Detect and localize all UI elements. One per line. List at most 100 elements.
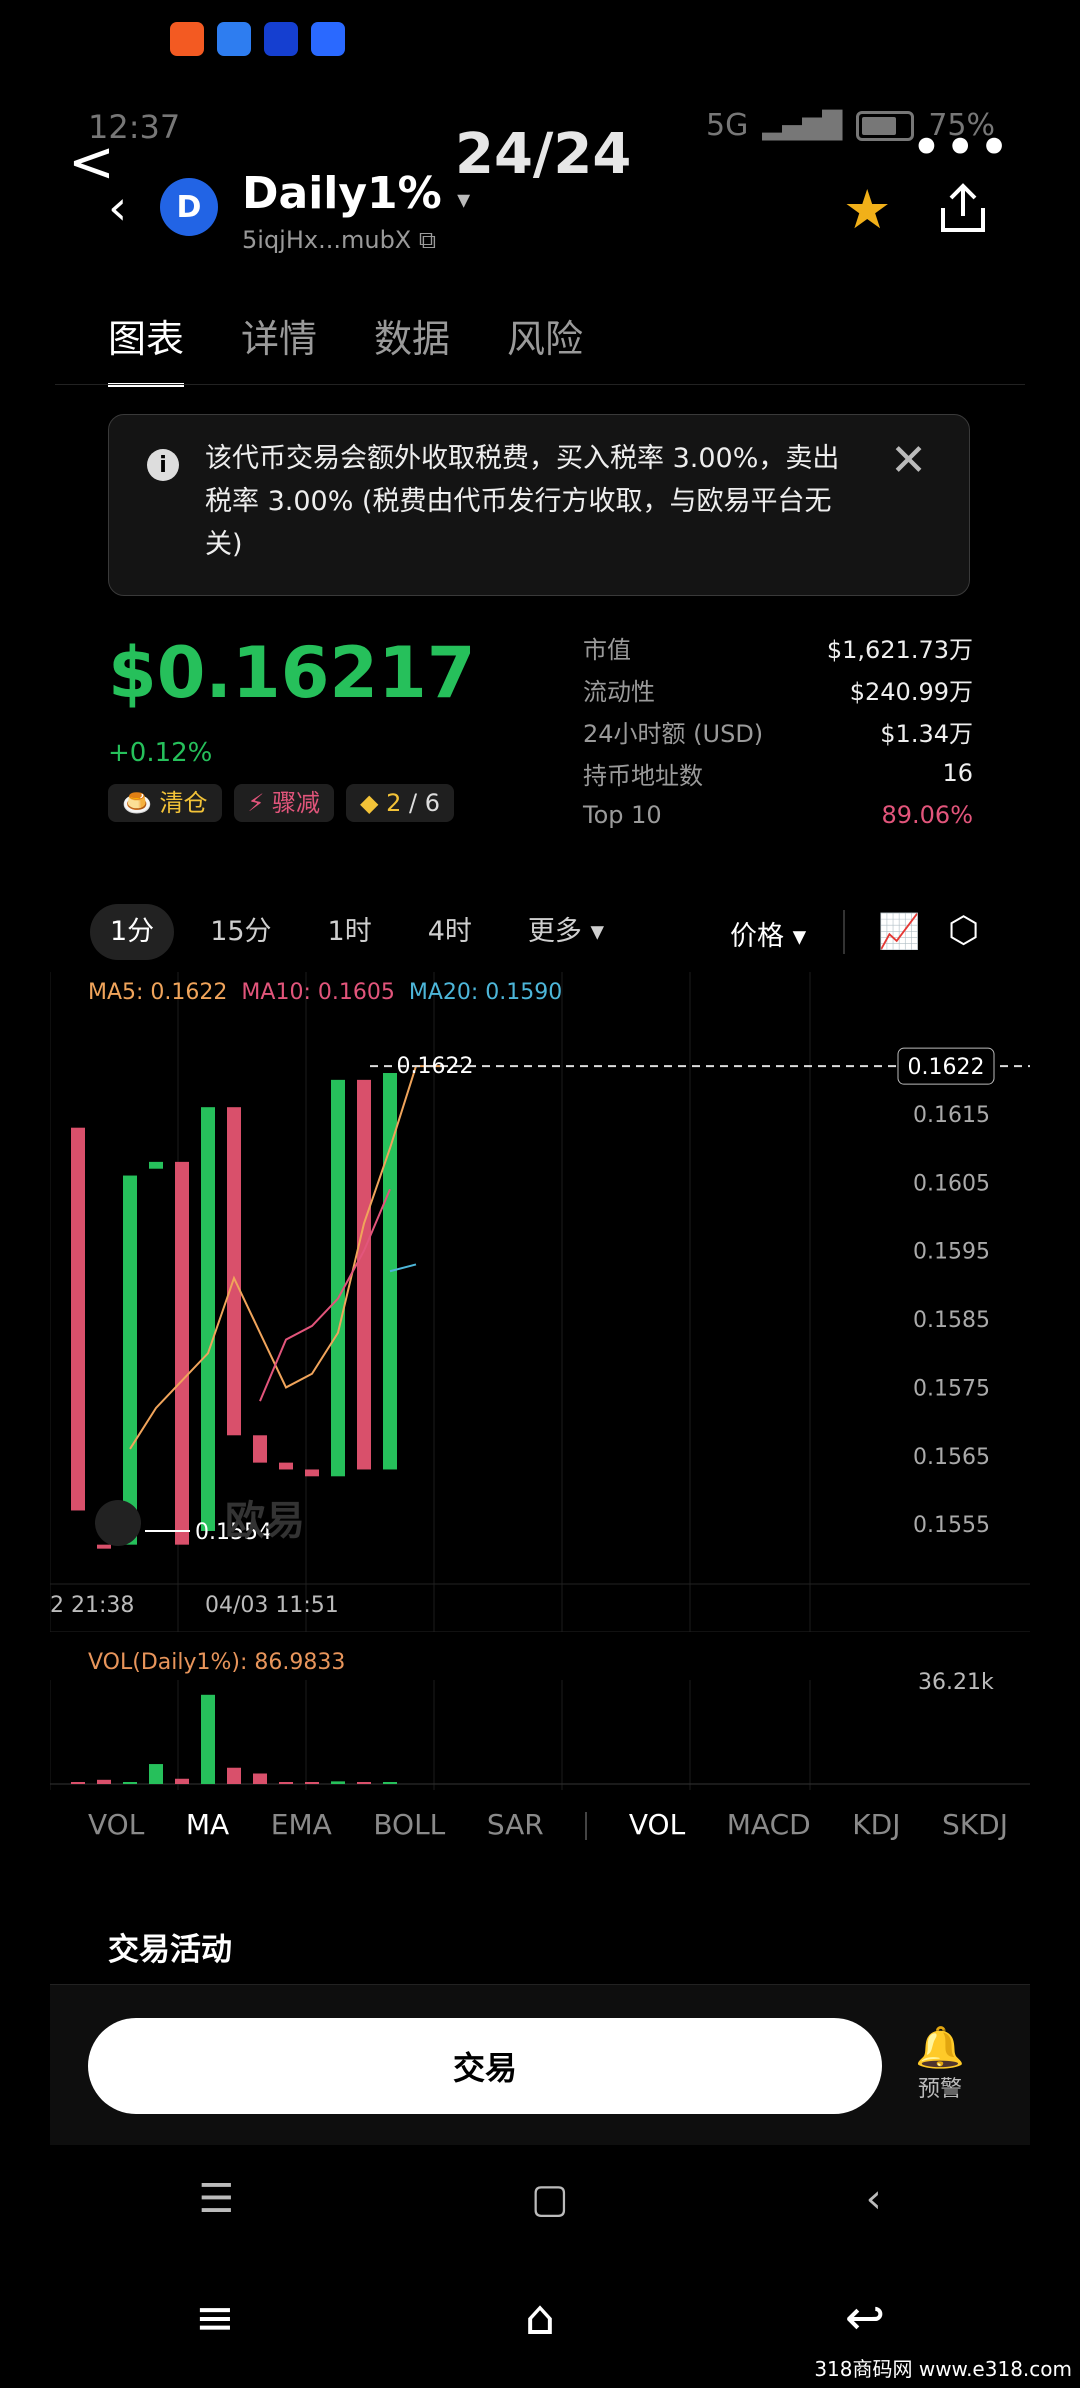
page-tabs: 图表 详情 数据 风险 <box>108 308 583 387</box>
home-square-icon[interactable]: ▢ <box>531 2176 569 2222</box>
alert-button[interactable]: 🔔 预警 <box>902 2024 978 2103</box>
tab-details[interactable]: 详情 <box>241 308 317 363</box>
tax-notice: i 该代币交易会额外收取税费，买入税率 3.00%，卖出税率 3.00% (税费… <box>108 414 970 596</box>
notification-app-icons <box>170 22 345 56</box>
stat-value: $240.99万 <box>849 677 973 706</box>
token-logo: D <box>160 178 218 236</box>
timeframe-more[interactable]: 更多 ▾ <box>508 904 624 960</box>
y-tick-label: 0.1595 <box>913 1240 990 1265</box>
volume-bar <box>227 1767 241 1784</box>
notice-text: 该代币交易会额外收取税费，买入税率 3.00%，卖出税率 3.00% (税费由代… <box>205 443 840 560</box>
back-icon[interactable]: ‹ <box>108 180 127 236</box>
tab-risk[interactable]: 风险 <box>507 308 583 363</box>
candle <box>305 1469 319 1477</box>
okx-watermark: 欧易 <box>225 1498 305 1544</box>
volume-bar <box>123 1782 137 1784</box>
stat-row: 流动性 $240.99万 <box>583 668 973 710</box>
volume-bar <box>71 1782 85 1784</box>
indicator-tabs: VOL MA EMA BOLL SAR VOL MACD KDJ SKDJ <box>88 1808 1008 1841</box>
price-change: +0.12% <box>108 738 213 768</box>
stat-label: 24小时额 (USD) <box>583 719 764 748</box>
chip-clear-position[interactable]: 🍮 清仓 <box>108 784 222 822</box>
share-icon[interactable] <box>935 180 991 236</box>
tab-data[interactable]: 数据 <box>374 308 450 363</box>
token-address[interactable]: 5iqjHx...mubX ⧉ <box>242 226 436 254</box>
stat-row: Top 10 89.06% <box>583 794 973 836</box>
ma-legend: MA5: 0.1622 MA10: 0.1605 MA20: 0.1590 <box>88 980 562 1005</box>
alert-label: 预警 <box>917 2077 962 2102</box>
ind-sar[interactable]: SAR <box>487 1808 544 1841</box>
timeframe-1m[interactable]: 1分 <box>90 904 175 960</box>
signal-icon: ▂▄▆█ <box>762 110 843 141</box>
ma20-label: MA20: 0.1590 <box>408 980 563 1005</box>
candle <box>149 1161 163 1169</box>
y-tick-label: 0.1575 <box>913 1376 990 1401</box>
candle <box>97 1544 111 1549</box>
ind-macd[interactable]: MACD <box>727 1808 811 1841</box>
close-icon[interactable]: ✕ <box>890 435 927 486</box>
y-tick-label: 0.1605 <box>913 1171 990 1196</box>
stat-value: $1,621.73万 <box>826 635 973 664</box>
stat-value: 89.06% <box>881 801 973 829</box>
price-selector[interactable]: 价格 ▾ <box>730 914 806 953</box>
candle <box>71 1127 85 1511</box>
trade-button[interactable]: 交易 <box>88 2018 882 2114</box>
ind-skdj[interactable]: SKDJ <box>942 1808 1008 1841</box>
y-tick-label: 0.1565 <box>913 1445 990 1470</box>
token-name[interactable]: Daily1% ▾ <box>242 168 470 219</box>
token-name-label: Daily1% <box>242 168 442 219</box>
bell-icon: 🔔 <box>915 2025 965 2071</box>
ind-vol[interactable]: VOL <box>88 1808 144 1841</box>
stat-label: 持币地址数 <box>583 761 703 790</box>
favorite-star-icon[interactable]: ★ <box>843 178 891 241</box>
timeframe-15m[interactable]: 15分 <box>190 904 291 960</box>
stat-row: 持币地址数 16 <box>583 752 973 794</box>
current-price: $0.16217 <box>108 632 476 714</box>
ind-ema[interactable]: EMA <box>271 1808 332 1841</box>
ind-kdj[interactable]: KDJ <box>852 1808 900 1841</box>
menu-icon[interactable]: ≡ <box>195 2290 235 2346</box>
menu-icon[interactable]: ☰ <box>198 2176 234 2222</box>
price-chart[interactable]: 0.1615 0.1605 0.1595 0.1585 0.1575 0.1565 0.15… <box>50 972 1030 1632</box>
timeframe-1h[interactable]: 1时 <box>308 904 392 960</box>
chip-sharp-drop[interactable]: ⚡ 骤减 <box>233 784 334 822</box>
volume-bar <box>253 1773 267 1784</box>
ind-boll[interactable]: BOLL <box>373 1808 445 1841</box>
indicator-icon[interactable]: 📈 <box>878 912 920 952</box>
site-watermark: 318商码网 www.e318.com <box>814 2357 1072 2381</box>
toolbar-divider <box>843 910 845 954</box>
y-tick-label: 0.1615 <box>913 1103 990 1128</box>
home-icon[interactable]: ⌂ <box>525 2290 555 2346</box>
volume-bar <box>201 1694 215 1784</box>
back-icon[interactable]: ‹ <box>866 2176 882 2222</box>
chip-score[interactable]: ◆ 2 / 6 <box>346 784 454 822</box>
system-nav-bar: ≡ ⌂ ↩ <box>50 2290 1030 2346</box>
chart-settings-icon[interactable]: ⬡ <box>948 910 979 951</box>
tab-chart[interactable]: 图表 <box>108 308 185 387</box>
address-text: 5iqjHx...mubX <box>242 226 412 254</box>
app-icon <box>264 22 298 56</box>
ind-ma[interactable]: MA <box>186 1808 229 1841</box>
chip-score-value: ◆ 2 <box>360 789 402 817</box>
volume-bar <box>305 1782 319 1784</box>
volume-title: VOL(Daily1%): 86.9833 <box>88 1650 346 1675</box>
info-icon: i <box>147 449 179 481</box>
network-label: 5G <box>705 108 749 143</box>
app-icon-2 <box>311 22 345 56</box>
candle <box>331 1079 345 1477</box>
volume-bar <box>97 1779 111 1784</box>
candle <box>253 1435 267 1463</box>
ind-vol-sub[interactable]: VOL <box>629 1808 685 1841</box>
token-stats: 市值 $1,621.73万 流动性 $240.99万 24小时额 (USD) $1.3… <box>583 626 973 836</box>
last-price-inline-label: 0.1622 <box>397 1054 474 1079</box>
x-tick-label: 2 21:38 <box>50 1593 134 1618</box>
candle <box>201 1107 215 1531</box>
last-price-box-label: 0.1622 <box>908 1055 985 1080</box>
return-icon[interactable]: ↩ <box>845 2290 885 2346</box>
x-tick-label: 04/03 11:51 <box>205 1593 339 1618</box>
more-icon[interactable]: ••• <box>910 121 1012 175</box>
chevron-down-icon: ▾ <box>457 185 471 215</box>
taobao-icon <box>170 22 204 56</box>
copy-icon[interactable]: ⧉ <box>419 226 436 254</box>
timeframe-4h[interactable]: 4时 <box>408 904 492 960</box>
